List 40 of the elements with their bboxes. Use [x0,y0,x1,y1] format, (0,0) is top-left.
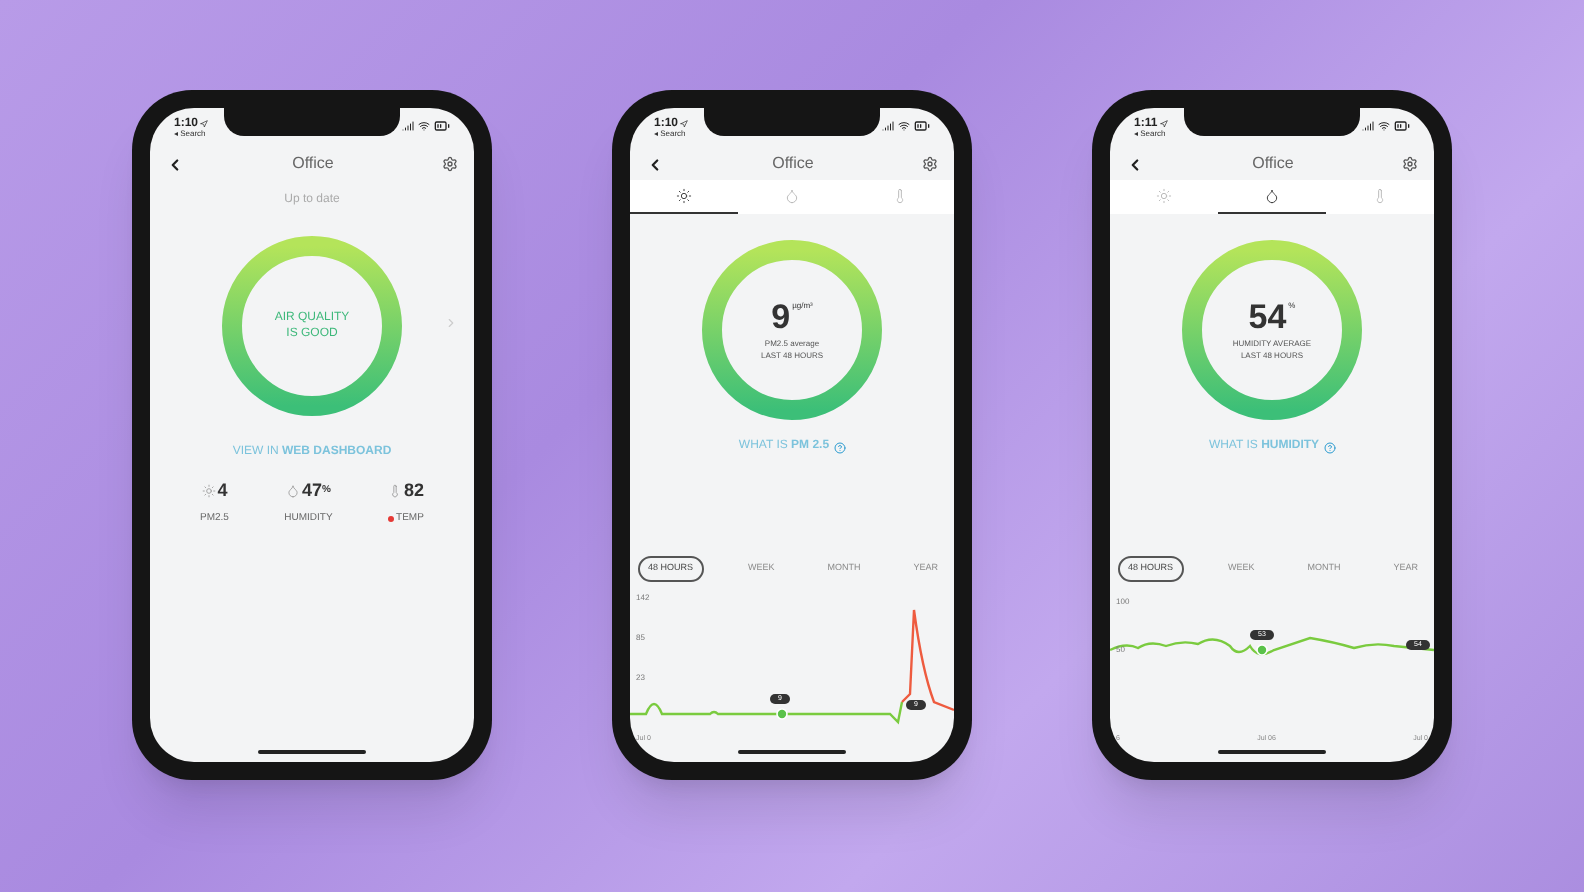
signal-icon [402,120,414,132]
battery-icon [434,118,450,134]
location-icon [200,120,209,128]
signal-icon [882,120,894,132]
data-point [776,708,788,720]
screen-title: Office [292,152,334,176]
battery-icon [914,118,930,134]
wifi-icon [418,120,430,132]
back-icon[interactable] [646,155,664,173]
average-value: 9 [771,299,791,333]
sun-icon [201,484,216,499]
sun-icon [676,188,692,204]
average-value: 54 [1248,299,1287,333]
location-icon [1159,120,1168,128]
settings-icon[interactable] [442,156,458,172]
droplet-icon [784,188,800,204]
home-indicator [258,750,366,754]
home-indicator [738,750,846,754]
back-icon[interactable] [166,155,184,173]
stat-value: 4 [217,478,228,504]
back-icon[interactable] [1126,155,1144,173]
screen-title: Office [1252,152,1294,176]
location-icon [680,120,689,128]
home-indicator [1218,750,1326,754]
screen-title: Office [772,152,814,176]
battery-icon [1394,118,1410,134]
sun-icon [1156,188,1172,204]
settings-icon[interactable] [922,156,938,172]
wifi-icon [898,120,910,132]
stat-value: 82 [403,478,424,504]
stat-value: 47$^{%}$ [301,478,331,504]
thermometer-icon [387,484,402,499]
droplet-icon [285,484,300,499]
settings-icon[interactable] [1402,156,1418,172]
droplet-icon [1264,188,1280,204]
thermometer-icon [892,188,908,204]
thermometer-icon [1372,188,1388,204]
data-point [1256,644,1268,656]
signal-icon [1362,120,1374,132]
wifi-icon [1378,120,1390,132]
